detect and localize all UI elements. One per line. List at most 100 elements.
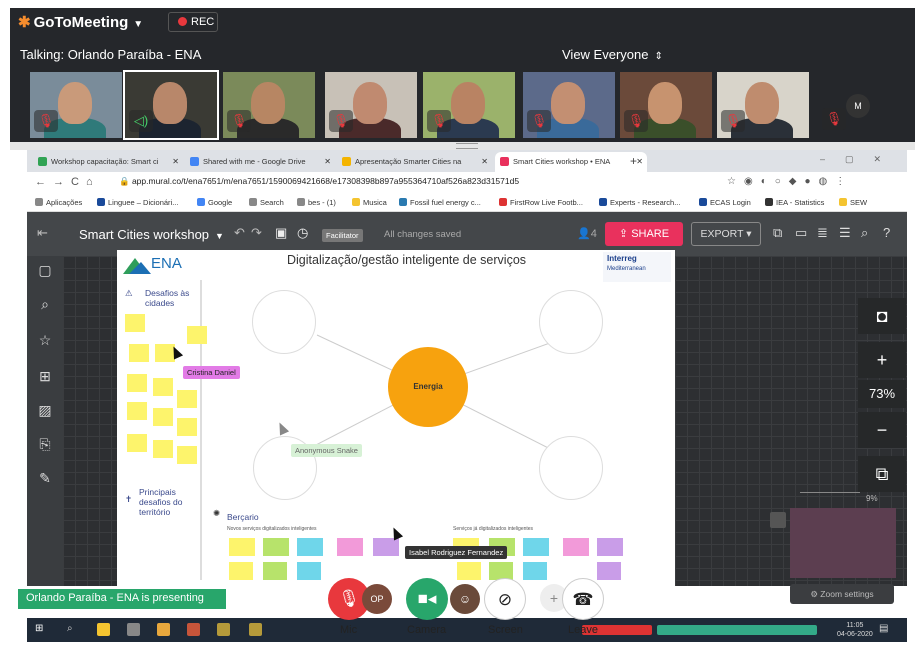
sticky-note[interactable] [297,538,323,556]
app-icon[interactable] [187,623,200,636]
sticky-note[interactable] [337,538,363,556]
sticky-note[interactable] [263,562,287,580]
sticky-note[interactable] [127,374,147,392]
minimap[interactable] [790,508,896,578]
sticky-note[interactable] [229,562,253,580]
participant-video[interactable]: 🎙 [325,72,417,138]
share-button[interactable]: ⇪ SHARE [605,222,683,246]
exit-icon[interactable]: ⇤ [37,225,48,241]
sticky-note[interactable] [373,538,399,556]
app-icon[interactable] [217,623,230,636]
sticky-note[interactable] [597,538,623,556]
outline-list-icon[interactable]: ☰ [839,225,851,241]
bookmark-item[interactable]: Musica [352,198,387,207]
screen-button[interactable]: ⊘ [484,578,526,620]
sticky-note[interactable] [177,418,197,436]
sticky-note[interactable] [177,446,197,464]
resize-handle[interactable] [10,142,915,150]
zoom-out-button[interactable]: − [858,412,906,448]
file-icon[interactable]: ⎘ [27,436,63,453]
grid-icon[interactable]: ⊞ [27,368,63,385]
bookmark-item[interactable]: bes - (1) [297,198,336,207]
search-text-icon[interactable]: ⌕ [27,296,63,313]
energia-node[interactable]: Energia [388,347,468,427]
window-controls[interactable]: –▢✕ [820,154,901,165]
mindmap-circle[interactable] [252,290,316,354]
participant-video[interactable]: 🎙 [620,72,712,138]
outline-icon[interactable]: ▣ [275,225,287,241]
mural-board[interactable]: ENA Interreg Mediterranean Digitalização/… [117,250,675,586]
help-icon[interactable]: ? [883,225,890,240]
zoom-in-button[interactable]: + [858,342,906,378]
sticky-note[interactable] [153,378,173,396]
layers-button[interactable]: ⧉ [858,456,906,492]
view-everyone-toggle[interactable]: View Everyone ⇕ [562,47,663,62]
board-title[interactable]: Smart Cities workshop ▼ [79,227,224,242]
avatar[interactable]: OP [362,584,392,614]
mindmap-circle[interactable] [539,290,603,354]
star-icon[interactable]: ☆ [27,332,63,349]
participant-video[interactable]: 🎙 [717,72,809,138]
bookmark-item[interactable]: ECAS Login [699,198,751,207]
sticky-note[interactable] [297,562,321,580]
avatar[interactable]: ☺ [450,584,480,614]
participant-video-active[interactable]: ◁) [123,70,219,140]
participant-video[interactable]: 🎙 [30,72,122,138]
bookmark-item[interactable]: Linguee – Dicionári... [97,198,178,207]
bookmark-item[interactable]: Fossil fuel energy c... [399,198,481,207]
sticky-note[interactable] [187,326,207,344]
bookmark-item[interactable]: Experts - Research... [599,198,680,207]
sticky-note-icon[interactable]: ▢ [27,262,63,279]
file-explorer-icon[interactable] [97,623,110,636]
comment-icon[interactable]: ▭ [795,225,807,241]
tray-icons[interactable] [657,625,817,635]
redo-icon[interactable]: ↷ [251,225,262,241]
bookmark-item[interactable]: Search [249,198,284,207]
close-icon[interactable]: ✕ [481,157,488,166]
windows-start-icon[interactable]: ⊞ [35,623,48,636]
sticky-note[interactable] [153,440,173,458]
extension-icons[interactable]: ☆◉◐○◆●◍⋮ [727,176,853,187]
mindmap-circle[interactable] [539,436,603,500]
user-count[interactable]: 👤4 [577,227,597,240]
participant-video[interactable]: 🎙 [223,72,315,138]
activity-icon[interactable]: ≣ [817,225,828,241]
facilitator-badge[interactable]: Facilitator [322,229,363,242]
undo-icon[interactable]: ↶ [234,225,245,241]
bookmark-item[interactable]: Aplicações [35,198,82,207]
sticky-note[interactable] [523,562,547,580]
bookmark-item[interactable]: FirstRow Live Footb... [499,198,583,207]
close-icon[interactable]: ✕ [636,157,643,166]
avatar[interactable]: M [846,94,870,118]
minimap-icon[interactable] [770,512,786,528]
close-icon[interactable]: ✕ [172,157,179,166]
browser-tab[interactable]: Shared with me - Google Drive ✕ [185,152,335,172]
rec-indicator[interactable]: REC [168,12,218,32]
sticky-note[interactable] [523,538,549,556]
sticky-note[interactable] [127,402,147,420]
new-tab-button[interactable]: + [630,154,637,168]
leave-button[interactable]: ☎ [562,578,604,620]
app-icon[interactable] [249,623,262,636]
nav-buttons[interactable]: ←→C⌂ [35,176,100,188]
camera-button[interactable]: ■◂ [406,578,448,620]
sticky-note[interactable] [127,434,147,452]
app-icon[interactable] [127,623,140,636]
sticky-note[interactable] [177,390,197,408]
browser-tab[interactable]: Apresentação Smarter Cities na ✕ [337,152,492,172]
url-field[interactable]: 🔒 app.mural.co/t/ena7651/m/ena7651/15900… [119,176,519,187]
sticky-note[interactable] [229,538,255,556]
bookmark-item[interactable]: SEW [839,198,867,207]
zoom-settings-button[interactable]: ⚙ Zoom settings [790,584,894,604]
sticky-note[interactable] [125,314,145,332]
sticky-note[interactable] [457,562,481,580]
close-icon[interactable]: ✕ [324,157,331,166]
gotomeeting-menu[interactable]: ✱ GoToMeeting ▼ [18,13,143,31]
sticky-note[interactable] [263,538,289,556]
copy-icon[interactable]: ⧉ [773,225,782,241]
notification-icon[interactable]: ▤ [879,623,892,636]
sticky-note[interactable] [597,562,621,580]
sticky-note[interactable] [129,344,149,362]
sticky-note[interactable] [153,408,173,426]
export-button[interactable]: EXPORT ▾ [691,222,761,246]
